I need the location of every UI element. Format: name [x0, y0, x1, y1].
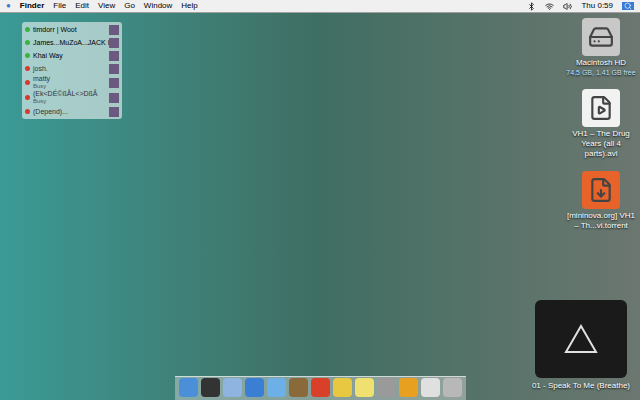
- itunes-icon[interactable]: [267, 378, 286, 397]
- buddy-avatar: [109, 78, 119, 88]
- video-icon: [582, 89, 620, 127]
- buddy-name: (Ek<DÉ©ßÅL<>DßÅ: [33, 90, 106, 98]
- buddy-name: James...MuZoA...JACK I...: [33, 39, 106, 47]
- adium-icon[interactable]: [333, 378, 352, 397]
- menu-item[interactable]: Go: [124, 1, 135, 11]
- clock[interactable]: Thu 0:59: [581, 1, 613, 11]
- buddy-avatar: [109, 93, 119, 103]
- wifi-icon[interactable]: [545, 2, 554, 11]
- buddy-avatar: [109, 38, 119, 48]
- stickies-icon[interactable]: [355, 378, 374, 397]
- menu-bar: ● Finder File Edit View Go Window Help Thu 0:59: [0, 0, 640, 13]
- desktop-icon-label: VH1 – The Drug Years (all 4 parts).avi: [566, 129, 636, 159]
- finder-icon[interactable]: [179, 378, 198, 397]
- buddy-row[interactable]: (Ek<DÉ©ßÅL<>DßÅBusy: [22, 90, 122, 105]
- buddy-name: Khai Way: [33, 52, 106, 60]
- buddy-avatar: [109, 64, 119, 74]
- prism-icon: [564, 324, 598, 354]
- iphoto-icon[interactable]: [289, 378, 308, 397]
- buddy-status: Busy: [33, 83, 106, 90]
- menu-item[interactable]: Edit: [75, 1, 89, 11]
- desktop-icon[interactable]: Macintosh HD74.5 GB, 1.41 GB free: [566, 18, 636, 77]
- tomato-icon[interactable]: [311, 378, 330, 397]
- desktop-icons: Macintosh HD74.5 GB, 1.41 GB free VH1 – T…: [566, 18, 636, 231]
- desktop-icon[interactable]: VH1 – The Drug Years (all 4 parts).avi: [566, 89, 636, 159]
- status-dot: [25, 95, 30, 100]
- buddy-row[interactable]: josh.: [22, 62, 122, 75]
- preview-icon[interactable]: [421, 378, 440, 397]
- desktop: ● Finder File Edit View Go Window Help Thu 0:59 t…: [0, 0, 640, 400]
- drive-icon: [582, 18, 620, 56]
- buddy-name: timdorr | Woot: [33, 26, 106, 34]
- trash-icon[interactable]: [443, 378, 462, 397]
- apple-menu[interactable]: ●: [6, 1, 11, 11]
- buddy-row[interactable]: mattyBusy: [22, 75, 122, 90]
- buddy-row[interactable]: Khai Way: [22, 49, 122, 62]
- track-title: 01 - Speak To Me (Breathe): [532, 381, 630, 391]
- menu-item[interactable]: Help: [181, 1, 197, 11]
- buddy-name: josh.: [33, 65, 106, 73]
- desktop-icon-label: [mininova.org] VH1 – Th...vi.torrent: [566, 211, 636, 231]
- office-icon[interactable]: [399, 378, 418, 397]
- status-dot: [25, 109, 30, 114]
- desktop-icon[interactable]: [mininova.org] VH1 – Th...vi.torrent: [566, 171, 636, 231]
- mini-player[interactable]: 01 - Speak To Me (Breathe): [532, 300, 630, 391]
- mail-icon[interactable]: [223, 378, 242, 397]
- spotlight-icon[interactable]: [622, 2, 634, 10]
- desktop-icon-label: Macintosh HD: [566, 58, 636, 68]
- menu-item[interactable]: View: [98, 1, 115, 11]
- desktop-icon-info: 74.5 GB, 1.41 GB free: [566, 68, 635, 77]
- menu-item[interactable]: File: [53, 1, 66, 11]
- buddy-row[interactable]: James...MuZoA...JACK I...: [22, 36, 122, 49]
- buddy-list[interactable]: timdorr | Woot James...MuZoA...JACK I... K…: [22, 22, 122, 119]
- buddy-avatar: [109, 25, 119, 35]
- status-dot: [25, 27, 30, 32]
- buddy-name: (Depend)...: [33, 108, 106, 116]
- volume-icon[interactable]: [563, 2, 572, 11]
- status-dot: [25, 53, 30, 58]
- buddy-name: matty: [33, 75, 106, 83]
- status-dot: [25, 80, 30, 85]
- menu-item[interactable]: Window: [144, 1, 172, 11]
- buddy-row[interactable]: timdorr | Woot: [22, 23, 122, 36]
- dashboard-icon[interactable]: [201, 378, 220, 397]
- buddy-avatar: [109, 107, 119, 117]
- torrent-icon: [582, 171, 620, 209]
- safari-icon[interactable]: [245, 378, 264, 397]
- dock: [175, 376, 466, 400]
- buddy-avatar: [109, 51, 119, 61]
- buddy-status: Busy: [33, 98, 106, 105]
- buddy-row[interactable]: (Depend)...: [22, 105, 122, 118]
- prefs-icon[interactable]: [377, 378, 396, 397]
- app-menu[interactable]: Finder: [20, 1, 44, 11]
- bluetooth-icon[interactable]: [527, 2, 536, 11]
- status-dot: [25, 66, 30, 71]
- status-dot: [25, 40, 30, 45]
- album-art: [535, 300, 627, 378]
